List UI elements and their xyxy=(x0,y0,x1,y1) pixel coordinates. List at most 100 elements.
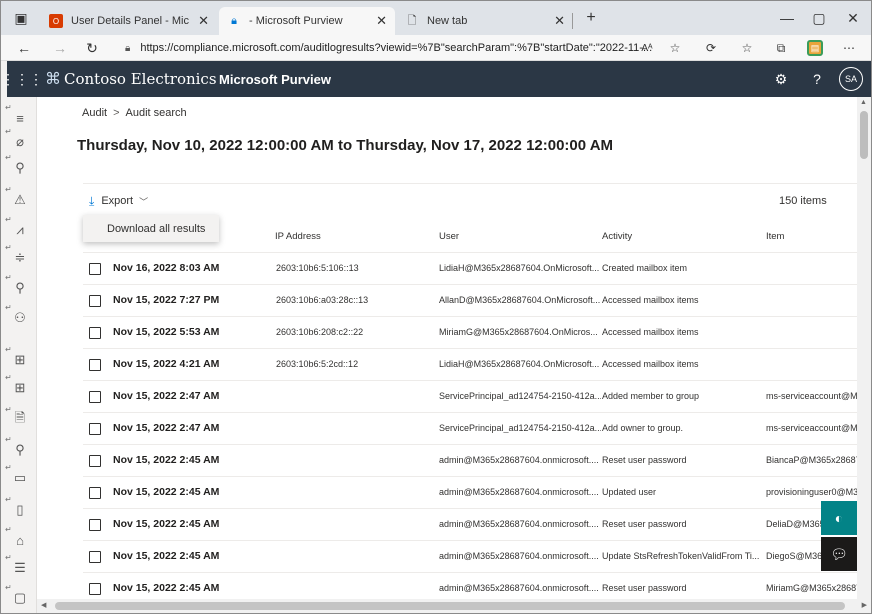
settings-sliders-icon[interactable]: ↵ ≑ xyxy=(5,243,33,269)
row-checkbox[interactable] xyxy=(89,423,101,435)
app-launcher-icon[interactable]: ⋮⋮⋮ xyxy=(1,61,43,97)
warning-icon[interactable]: ↵ ⚠ xyxy=(5,185,33,211)
table-row[interactable]: Nov 16, 2022 8:03 AM 2603:10b6:5:106::13 L… xyxy=(83,253,857,285)
scroll-thumb[interactable] xyxy=(55,602,845,610)
row-checkbox[interactable] xyxy=(89,391,101,403)
browser-essentials-icon[interactable]: ⟳ xyxy=(701,39,721,57)
read-aloud-icon[interactable]: Aᴬ xyxy=(637,39,657,57)
help-icon[interactable]: ? xyxy=(807,70,827,88)
maximize-icon[interactable]: ▢ xyxy=(801,1,837,35)
vertical-scrollbar[interactable]: ▲ xyxy=(857,97,871,599)
minimize-icon[interactable]: — xyxy=(769,1,805,35)
row-checkbox[interactable] xyxy=(89,487,101,499)
tab-actions-icon[interactable]: ▣ xyxy=(3,1,39,35)
table-row[interactable]: Nov 15, 2022 2:45 AM admin@M365x28687604.… xyxy=(83,477,857,509)
row-checkbox[interactable] xyxy=(89,263,101,275)
table-row[interactable]: Nov 15, 2022 2:47 AM ServicePrincipal_ad1… xyxy=(83,413,857,445)
org-chart-icon[interactable]: ↵ ⚲ xyxy=(5,153,33,179)
tab-purview[interactable]: 🔒︎ - Microsoft Purview ✕ xyxy=(219,7,395,35)
file-icon[interactable]: ↵ ▯ xyxy=(5,495,33,521)
favorites-icon[interactable]: ☆ xyxy=(737,39,757,57)
product-name[interactable]: Microsoft Purview xyxy=(219,72,331,87)
window-close-icon[interactable]: ✕ xyxy=(835,1,871,35)
close-icon[interactable]: ✕ xyxy=(554,13,565,29)
scroll-left-icon[interactable]: ◀ xyxy=(41,601,46,609)
breadcrumb-audit[interactable]: Audit xyxy=(82,107,107,119)
table-row[interactable]: Nov 15, 2022 2:45 AM admin@M365x28687604.… xyxy=(83,445,857,477)
scroll-thumb[interactable] xyxy=(860,111,868,159)
row-ip-address: 2603:10b6:208:c2::22 xyxy=(276,327,364,337)
favorite-add-icon[interactable]: ☆ xyxy=(665,39,685,57)
chart-icon[interactable]: ↵ ⩘ xyxy=(5,215,33,241)
tab-title: New tab xyxy=(427,15,468,27)
building-icon[interactable]: ↵ ⌂ xyxy=(5,525,33,551)
more-icon[interactable]: ⋯ xyxy=(839,39,859,57)
export-menu: Download all results xyxy=(83,215,219,242)
grid-icon[interactable]: ↵ ⊞ xyxy=(5,373,33,399)
tab-new-tab[interactable]: 🗋 New tab ✕ xyxy=(397,7,573,35)
tab-user-details[interactable]: O User Details Panel - Microsoft 365 ✕ xyxy=(41,7,217,35)
policy-icon[interactable]: ↵ ▢ xyxy=(5,583,33,609)
forward-icon[interactable]: → xyxy=(49,38,71,58)
scroll-up-icon[interactable]: ▲ xyxy=(860,99,867,106)
table-icon[interactable]: ↵ ⊞ xyxy=(5,345,33,371)
collections-icon[interactable]: ⧉ xyxy=(771,39,791,57)
audit-search-icon[interactable]: ↵ ⚲ xyxy=(5,435,33,461)
row-date: Nov 15, 2022 2:45 AM xyxy=(113,550,220,562)
search-icon[interactable]: ↵ ⚲ xyxy=(5,273,33,299)
chat-icon[interactable]: ↵ ▭ xyxy=(5,463,33,489)
table-row[interactable]: Nov 15, 2022 2:45 AM admin@M365x28687604.… xyxy=(83,573,857,599)
close-icon[interactable]: ✕ xyxy=(198,13,209,29)
column-header-activity[interactable]: Activity xyxy=(602,231,632,242)
row-user: ServicePrincipal_ad124754-2150-412a... xyxy=(439,391,601,401)
row-checkbox[interactable] xyxy=(89,551,101,563)
scroll-right-icon[interactable]: ▶ xyxy=(862,601,867,609)
close-icon[interactable]: ✕ xyxy=(376,13,387,29)
chat-bubble-icon: 💬︎ xyxy=(830,545,848,562)
gear-icon[interactable]: ⚙ xyxy=(771,70,791,88)
table-row[interactable]: Nov 15, 2022 5:53 AM 2603:10b6:208:c2::22… xyxy=(83,317,857,349)
download-all-results-item[interactable]: Download all results xyxy=(83,215,219,242)
assistant-icon: ◐ xyxy=(834,510,844,526)
back-icon[interactable]: ← xyxy=(13,38,35,58)
feedback-button[interactable]: 💬︎ xyxy=(821,537,857,571)
column-header-ip[interactable]: IP Address xyxy=(275,231,321,242)
table-row[interactable]: Nov 15, 2022 4:21 AM 2603:10b6:5:2cd::12 L… xyxy=(83,349,857,381)
row-checkbox[interactable] xyxy=(89,359,101,371)
table-row[interactable]: Nov 15, 2022 2:47 AM ServicePrincipal_ad1… xyxy=(83,381,857,413)
row-checkbox[interactable] xyxy=(89,519,101,531)
new-tab-button[interactable]: + xyxy=(573,1,609,35)
row-user: LidiaH@M365x28687604.OnMicrosoft... xyxy=(439,263,600,273)
lock-icon: 🔒︎ xyxy=(125,42,131,54)
table-row[interactable]: Nov 15, 2022 2:45 AM admin@M365x28687604.… xyxy=(83,509,857,541)
archive-icon[interactable]: ↵ ☰ xyxy=(5,553,33,579)
row-checkbox[interactable] xyxy=(89,327,101,339)
row-checkbox[interactable] xyxy=(89,295,101,307)
horizontal-scrollbar[interactable]: ◀ ▶ xyxy=(37,599,871,613)
column-header-user[interactable]: User xyxy=(439,231,459,242)
row-activity: Accessed mailbox items xyxy=(602,359,699,369)
browser-window: ▣ O User Details Panel - Microsoft 365 ✕… xyxy=(0,0,872,614)
table-row[interactable]: Nov 15, 2022 7:27 PM 2603:10b6:a03:28c::1… xyxy=(83,285,857,317)
menu-icon[interactable]: ↵ ≡ xyxy=(5,103,33,129)
document-icon[interactable]: ↵ 🗎 xyxy=(5,405,33,431)
row-activity: Accessed mailbox items xyxy=(602,295,699,305)
tab-title: User Details Panel - Microsoft 365 xyxy=(71,15,189,27)
avatar[interactable]: SA xyxy=(839,67,863,91)
export-button[interactable]: ⤓ Export ﹀ xyxy=(85,189,152,213)
page-title: Thursday, Nov 10, 2022 12:00:00 AM to Th… xyxy=(77,137,614,154)
extension-icon[interactable]: ▤ xyxy=(807,40,823,56)
brand[interactable]: ⌘ Contoso Electronics xyxy=(45,69,217,88)
row-checkbox[interactable] xyxy=(89,583,101,595)
url-field[interactable]: 🔒︎ https://compliance.microsoft.com/audi… xyxy=(125,38,695,58)
row-date: Nov 15, 2022 2:45 AM xyxy=(113,454,220,466)
row-activity: Updated user xyxy=(602,487,657,497)
tag-icon[interactable]: ↵ ⌀ xyxy=(5,127,33,153)
row-checkbox[interactable] xyxy=(89,455,101,467)
refresh-icon[interactable]: ↻ xyxy=(81,38,103,58)
people-icon[interactable]: ↵ ⚇ xyxy=(5,303,33,329)
support-assistant-button[interactable]: ◐ xyxy=(821,501,857,535)
table-row[interactable]: Nov 15, 2022 2:45 AM admin@M365x28687604.… xyxy=(83,541,857,573)
column-header-item[interactable]: Item xyxy=(766,231,784,242)
row-user: AllanD@M365x28687604.OnMicrosoft... xyxy=(439,295,601,305)
